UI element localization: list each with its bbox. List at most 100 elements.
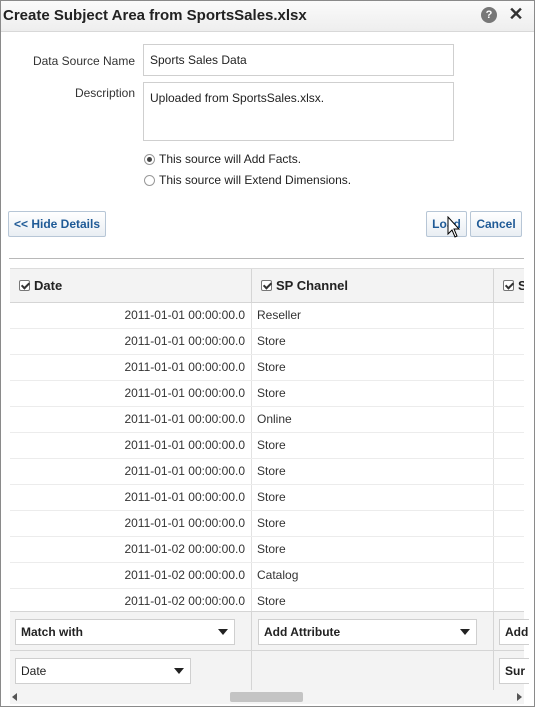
dialog-title: Create Subject Area from SportsSales.xls…	[3, 7, 307, 24]
cell-date: 2011-01-02 00:00:00.0	[10, 589, 252, 612]
data-source-name-input[interactable]: Sports Sales Data	[143, 44, 454, 76]
cell-partial	[494, 589, 524, 612]
date-select-label: Date	[21, 664, 47, 678]
table-row: 2011-01-02 00:00:00.0 Store	[10, 537, 524, 563]
column-header-label: S	[518, 278, 524, 293]
table-row: 2011-01-01 00:00:00.0 Store	[10, 381, 524, 407]
cell-partial	[494, 381, 524, 406]
radio-add-facts-label: This source will Add Facts.	[159, 152, 302, 166]
cell-partial	[494, 537, 524, 562]
radio-button[interactable]	[144, 175, 155, 186]
radio-add-facts[interactable]: This source will Add Facts.	[144, 152, 301, 166]
cell-date: 2011-01-01 00:00:00.0	[10, 407, 252, 432]
mouse-cursor-icon	[447, 216, 461, 238]
cell-date: 2011-01-01 00:00:00.0	[10, 459, 252, 484]
cell-partial	[494, 485, 524, 510]
cell-date: 2011-01-01 00:00:00.0	[10, 433, 252, 458]
table-row: 2011-01-01 00:00:00.0 Store	[10, 329, 524, 355]
cell-date: 2011-01-01 00:00:00.0	[10, 303, 252, 328]
cell-date: 2011-01-01 00:00:00.0	[10, 329, 252, 354]
column-header-sp-channel[interactable]: SP Channel	[252, 269, 494, 302]
cancel-button[interactable]: Cancel	[470, 211, 522, 237]
grid-header: Date SP Channel S	[10, 269, 524, 303]
cell-partial	[494, 459, 524, 484]
cell-sp-channel: Store	[252, 537, 494, 562]
table-row: 2011-01-01 00:00:00.0 Store	[10, 511, 524, 537]
match-with-select-label: Match with	[21, 625, 83, 639]
aggregation-select-partial[interactable]: Sur	[499, 658, 529, 684]
dropdown-arrow-icon	[218, 629, 228, 635]
dropdown-arrow-icon	[460, 629, 470, 635]
footer-divider	[493, 612, 494, 690]
cell-sp-channel: Catalog	[252, 563, 494, 588]
date-select[interactable]: Date	[15, 658, 191, 684]
cell-partial	[494, 511, 524, 536]
footer-divider	[251, 612, 252, 690]
table-row: 2011-01-01 00:00:00.0 Store	[10, 459, 524, 485]
help-icon[interactable]: ?	[481, 7, 497, 23]
cell-partial	[494, 433, 524, 458]
match-with-select[interactable]: Match with	[15, 619, 235, 645]
horizontal-scrollbar[interactable]	[10, 690, 524, 704]
section-divider	[9, 258, 524, 259]
cell-date: 2011-01-01 00:00:00.0	[10, 381, 252, 406]
table-row: 2011-01-02 00:00:00.0 Catalog	[10, 563, 524, 589]
cell-sp-channel: Store	[252, 355, 494, 380]
scroll-left-icon[interactable]	[12, 693, 17, 701]
radio-button-selected[interactable]	[144, 154, 155, 165]
cell-sp-channel: Store	[252, 381, 494, 406]
column-header-date[interactable]: Date	[10, 269, 252, 302]
column-header-label: Date	[34, 278, 63, 293]
cell-date: 2011-01-01 00:00:00.0	[10, 485, 252, 510]
scroll-right-icon[interactable]	[517, 693, 522, 701]
checkbox-partial-icon[interactable]	[503, 280, 514, 291]
column-header-label: SP Channel	[276, 278, 349, 293]
hide-details-button[interactable]: << Hide Details	[8, 211, 106, 237]
cell-date: 2011-01-01 00:00:00.0	[10, 511, 252, 536]
dialog-titlebar: Create Subject Area from SportsSales.xls…	[1, 1, 534, 32]
cell-sp-channel: Store	[252, 511, 494, 536]
dropdown-arrow-icon	[174, 668, 184, 674]
cell-date: 2011-01-01 00:00:00.0	[10, 355, 252, 380]
table-row: 2011-01-01 00:00:00.0 Online	[10, 407, 524, 433]
checkbox-sp-channel-icon[interactable]	[261, 280, 272, 291]
footer-row-divider	[10, 650, 524, 651]
data-source-name-label: Data Source Name	[32, 54, 135, 68]
add-select-partial-label: Add	[505, 625, 529, 639]
cell-sp-channel: Online	[252, 407, 494, 432]
aggregation-select-partial-label: Sur	[505, 664, 526, 678]
cell-partial	[494, 563, 524, 588]
add-select-partial[interactable]: Add	[499, 619, 529, 645]
cell-sp-channel: Store	[252, 433, 494, 458]
cell-date: 2011-01-02 00:00:00.0	[10, 537, 252, 562]
cell-partial	[494, 407, 524, 432]
grid-footer: Match with Date Add Attribute Add Sur	[10, 611, 529, 690]
cell-partial	[494, 303, 524, 328]
cell-partial	[494, 329, 524, 354]
table-row: 2011-01-01 00:00:00.0 Store	[10, 355, 524, 381]
table-row: 2011-01-01 00:00:00.0 Store	[10, 433, 524, 459]
add-attribute-select-label: Add Attribute	[264, 625, 341, 639]
table-row: 2011-01-01 00:00:00.0 Reseller	[10, 303, 524, 329]
grid-rows: 2011-01-01 00:00:00.0 Reseller 2011-01-01 …	[10, 303, 524, 612]
data-preview-grid: Date SP Channel S 2011-01-01 00:00:00.0R…	[10, 268, 524, 612]
cell-partial	[494, 355, 524, 380]
cell-sp-channel: Store	[252, 329, 494, 354]
create-subject-area-dialog: Create Subject Area from SportsSales.xls…	[0, 0, 535, 707]
scrollbar-thumb[interactable]	[230, 692, 303, 702]
cell-sp-channel: Reseller	[252, 303, 494, 328]
close-icon[interactable]: ✕	[507, 5, 525, 23]
table-row: 2011-01-02 00:00:00.0 Store	[10, 589, 524, 612]
radio-extend-dimensions[interactable]: This source will Extend Dimensions.	[144, 173, 351, 187]
cell-sp-channel: Store	[252, 485, 494, 510]
column-header-partial[interactable]: S	[494, 269, 524, 302]
radio-extend-dimensions-label: This source will Extend Dimensions.	[159, 173, 352, 187]
add-attribute-select[interactable]: Add Attribute	[258, 619, 477, 645]
cell-sp-channel: Store	[252, 459, 494, 484]
cell-date: 2011-01-02 00:00:00.0	[10, 563, 252, 588]
table-row: 2011-01-01 00:00:00.0 Store	[10, 485, 524, 511]
description-label: Description	[74, 86, 135, 100]
cell-sp-channel: Store	[252, 589, 494, 612]
description-textarea[interactable]: Uploaded from SportsSales.xlsx.	[143, 82, 454, 141]
checkbox-date-icon[interactable]	[19, 280, 30, 291]
